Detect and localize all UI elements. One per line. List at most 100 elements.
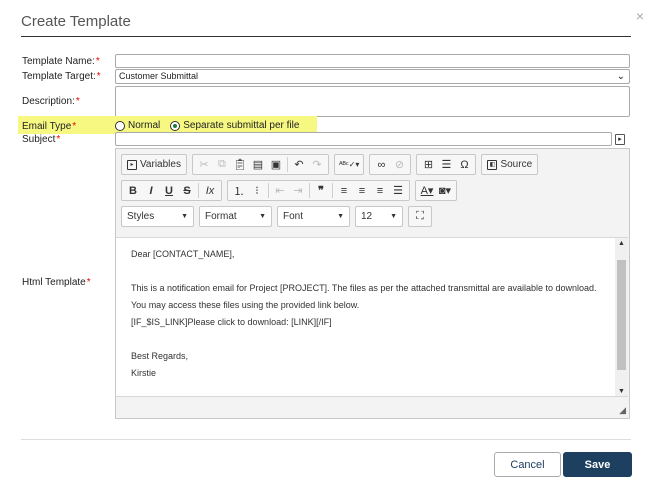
font-label: Font: [283, 211, 304, 222]
subject-label: Subject*: [22, 134, 61, 145]
paste-icon[interactable]: 📋︎: [231, 156, 249, 173]
align-left-icon[interactable]: ≡: [335, 182, 353, 199]
source-icon: ◧: [487, 159, 498, 170]
paste-text-icon[interactable]: ▤: [249, 156, 267, 173]
bold-icon[interactable]: B: [124, 182, 142, 199]
html-template-label: Html Template*: [22, 277, 91, 288]
save-button[interactable]: Save: [563, 452, 632, 477]
chevron-down-icon: ▼: [259, 213, 266, 220]
format-label: Format: [205, 211, 237, 222]
content-line: [131, 263, 601, 280]
description-label: Description:*: [22, 96, 80, 107]
radio-label: Normal: [128, 120, 161, 131]
toolbar-group-insert: ⊞ ☰ Ω: [416, 154, 477, 175]
content-line: [131, 331, 601, 348]
scroll-up-icon[interactable]: ▲: [615, 238, 628, 250]
editor-scrollbar[interactable]: ▲ ▼: [615, 238, 628, 396]
toolbar-group-links: ∞ ⊘: [369, 154, 412, 175]
scrollbar-thumb[interactable]: [617, 260, 626, 370]
align-right-icon[interactable]: ≡: [371, 182, 389, 199]
email-type-label: Email Type*: [22, 121, 77, 132]
table-icon[interactable]: ⊞: [419, 156, 437, 173]
content-line: You may access these files using the pro…: [131, 300, 360, 310]
email-type-normal-option[interactable]: Normal: [115, 120, 160, 131]
cut-icon[interactable]: ✂: [195, 156, 213, 173]
styles-combo[interactable]: Styles ▼: [121, 206, 194, 227]
toolbar-group-variables: ▸ Variables: [121, 154, 187, 175]
copy-icon[interactable]: ⧉: [213, 156, 231, 173]
source-label: Source: [500, 159, 533, 170]
source-button[interactable]: ◧ Source: [484, 156, 535, 173]
italic-icon[interactable]: I: [142, 182, 160, 199]
undo-icon[interactable]: ↶: [290, 156, 308, 173]
template-target-select[interactable]: Customer Submittal ⌄: [115, 69, 630, 84]
editor-body[interactable]: Dear [CONTACT_NAME], This is a notificat…: [131, 246, 601, 382]
toolbar-separator: [309, 183, 310, 198]
variables-icon: ▸: [127, 159, 137, 170]
strike-icon[interactable]: S: [178, 182, 196, 199]
align-center-icon[interactable]: ≡: [353, 182, 371, 199]
template-name-input[interactable]: [115, 54, 630, 68]
indent-icon[interactable]: ⇥: [289, 182, 307, 199]
special-char-icon[interactable]: Ω: [455, 156, 473, 173]
variables-label: Variables: [140, 159, 181, 170]
chevron-down-icon: ⌄: [616, 71, 625, 82]
required-mark: *: [86, 277, 91, 288]
toolbar-group-source: ◧ Source: [481, 154, 539, 175]
content-line: Kirstie: [131, 368, 157, 378]
unlink-icon[interactable]: ⊘: [390, 156, 408, 173]
font-size-label: 12: [361, 211, 373, 222]
numbered-list-icon[interactable]: ⒈: [230, 182, 248, 199]
rich-text-editor: ▸ Variables ✂ ⧉ 📋︎ ▤ ▣ ↶ ↷ ᴬᴮᶜ✓▾ ∞ ⊘ ⊞ ☰…: [115, 148, 630, 419]
horizontal-line-icon[interactable]: ☰: [437, 156, 455, 173]
redo-icon[interactable]: ↷: [308, 156, 326, 173]
toolbar-group-clipboard: ✂ ⧉ 📋︎ ▤ ▣ ↶ ↷: [191, 154, 329, 175]
align-justify-icon[interactable]: ☰: [389, 182, 407, 199]
required-mark: *: [56, 134, 61, 145]
link-icon[interactable]: ∞: [372, 156, 390, 173]
toolbar-group-basicstyles: B I U S Ix: [121, 180, 222, 201]
required-mark: *: [75, 96, 80, 107]
resize-handle-icon[interactable]: ◢: [619, 405, 626, 416]
text-color-icon[interactable]: A▾: [418, 182, 436, 199]
description-input[interactable]: [115, 86, 630, 117]
content-line: Dear [CONTACT_NAME],: [131, 249, 235, 259]
maximize-icon[interactable]: ⛶: [411, 208, 429, 225]
outdent-icon[interactable]: ⇤: [271, 182, 289, 199]
bg-color-icon[interactable]: ◙▾: [436, 182, 454, 199]
radio-button[interactable]: [115, 120, 125, 131]
scroll-down-icon[interactable]: ▼: [615, 386, 628, 396]
toolbar-separator: [268, 183, 269, 198]
footer-divider: [21, 439, 631, 440]
subject-input[interactable]: [115, 132, 612, 146]
cancel-button[interactable]: Cancel: [494, 452, 561, 477]
radio-button-selected[interactable]: [170, 120, 181, 131]
toolbar-separator: [286, 157, 288, 172]
format-combo[interactable]: Format ▼: [199, 206, 272, 227]
template-target-label: Template Target:*: [22, 71, 101, 82]
underline-icon[interactable]: U: [160, 182, 178, 199]
toolbar-row-2: B I U S Ix ⒈ ⁝ ⇤ ⇥ ❞ ≡ ≡ ≡ ☰ A▾ ◙▾: [121, 180, 462, 201]
editor-content-area[interactable]: Dear [CONTACT_NAME], This is a notificat…: [116, 237, 628, 397]
toolbar-separator: [332, 183, 333, 198]
paste-word-icon[interactable]: ▣: [267, 156, 285, 173]
required-mark: *: [72, 121, 77, 132]
toolbar-group-tools: ⛶: [408, 206, 432, 227]
remove-format-icon[interactable]: Ix: [201, 182, 219, 199]
template-name-label: Template Name:*: [22, 56, 100, 67]
bulleted-list-icon[interactable]: ⁝: [248, 182, 266, 199]
content-line: [IF_$IS_LINK]Please click to download: […: [131, 317, 332, 327]
close-icon[interactable]: ×: [636, 8, 644, 24]
variables-button[interactable]: ▸ Variables: [124, 156, 184, 173]
font-size-combo[interactable]: 12 ▼: [355, 206, 403, 227]
chevron-down-icon: ▼: [337, 213, 344, 220]
spellcheck-icon[interactable]: ᴬᴮᶜ✓▾: [337, 156, 362, 173]
email-type-separate-option[interactable]: Separate submittal per file: [170, 120, 299, 131]
chevron-down-icon: ▼: [181, 213, 188, 220]
insert-variable-icon[interactable]: ▸: [615, 134, 625, 145]
toolbar-row-3: Styles ▼ Format ▼ Font ▼ 12 ▼ ⛶: [121, 206, 437, 227]
blockquote-icon[interactable]: ❞: [312, 182, 330, 199]
required-mark: *: [95, 56, 100, 67]
toolbar-group-paragraph: ⒈ ⁝ ⇤ ⇥ ❞ ≡ ≡ ≡ ☰: [227, 180, 410, 201]
font-combo[interactable]: Font ▼: [277, 206, 350, 227]
